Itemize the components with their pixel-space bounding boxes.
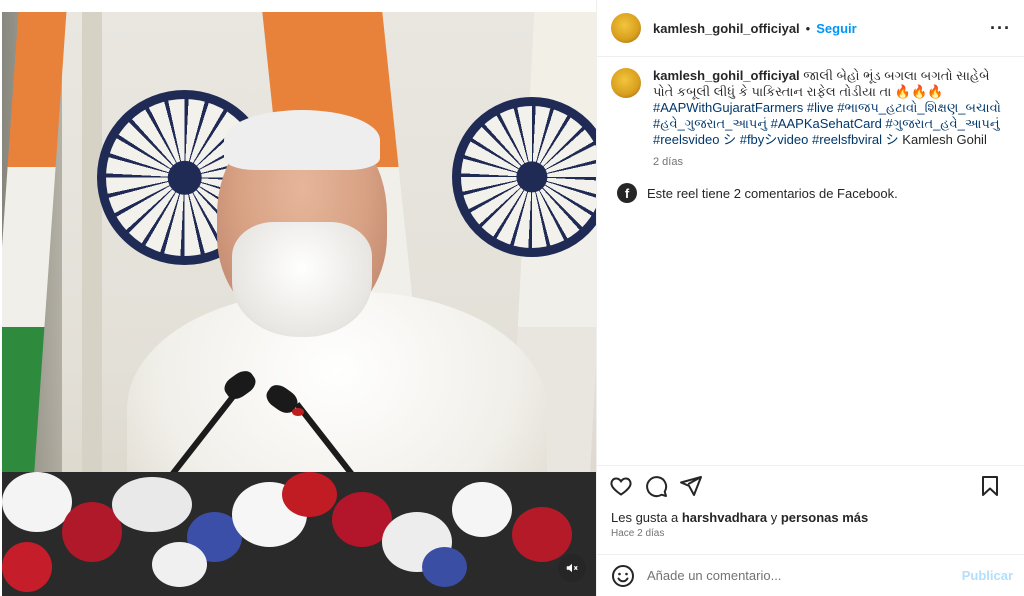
facebook-note-text: Este reel tiene 2 comentarios de Faceboo… xyxy=(647,185,898,201)
avatar[interactable] xyxy=(611,13,641,43)
microphone-tip xyxy=(292,408,304,416)
backdrop-pillar xyxy=(82,12,102,492)
header-username[interactable]: kamlesh_gohil_officiyal xyxy=(653,21,800,36)
speaker-beard xyxy=(232,222,372,337)
video-frame xyxy=(2,12,596,596)
bookmark-icon[interactable] xyxy=(978,474,1002,498)
likes-prefix: Les gusta a xyxy=(611,510,682,525)
publish-button[interactable]: Publicar xyxy=(962,568,1013,583)
likes-others[interactable]: personas más xyxy=(781,510,868,525)
instagram-post-modal: kamlesh_gohil_officiyal • Seguir ··· kam… xyxy=(0,0,1024,596)
speaker-hair xyxy=(224,110,380,170)
likes-middle: y xyxy=(767,510,781,525)
facebook-icon: f xyxy=(617,183,637,203)
likes-user[interactable]: harshvadhara xyxy=(682,510,767,525)
follow-button[interactable]: Seguir xyxy=(816,21,856,36)
header-separator: • xyxy=(805,20,811,36)
comment-icon[interactable] xyxy=(644,474,668,498)
share-icon[interactable] xyxy=(679,474,703,498)
comment-bar: Publicar xyxy=(597,554,1024,596)
reel-video[interactable] xyxy=(2,12,596,596)
post-caption: kamlesh_gohil_officiyal જાલી બેહો ભૂંડ બ… xyxy=(611,68,1011,170)
post-header: kamlesh_gohil_officiyal • Seguir ··· xyxy=(597,0,1024,57)
flower-arrangement xyxy=(2,472,596,596)
facebook-comments-note: f Este reel tiene 2 comentarios de Faceb… xyxy=(611,183,898,203)
comment-input[interactable] xyxy=(647,568,947,583)
emoji-icon[interactable] xyxy=(611,564,635,588)
caption-username[interactable]: kamlesh_gohil_officiyal xyxy=(653,68,800,83)
caption-avatar[interactable] xyxy=(611,68,641,98)
more-options-icon[interactable]: ··· xyxy=(990,18,1011,39)
post-age: Hace 2 días xyxy=(611,528,665,539)
caption-body: kamlesh_gohil_officiyal જાલી બેહો ભૂંડ બ… xyxy=(653,68,1008,170)
chakra-right xyxy=(452,97,596,257)
action-bar xyxy=(597,465,1024,505)
likes-summary: Les gusta a harshvadhara y personas más xyxy=(611,510,868,525)
caption-mention: Kamlesh Gohil xyxy=(902,132,987,147)
caption-time: 2 días xyxy=(653,156,683,168)
heart-icon[interactable] xyxy=(609,474,633,498)
post-details-panel: kamlesh_gohil_officiyal • Seguir ··· kam… xyxy=(596,0,1024,596)
muted-speaker-icon[interactable] xyxy=(558,554,586,582)
